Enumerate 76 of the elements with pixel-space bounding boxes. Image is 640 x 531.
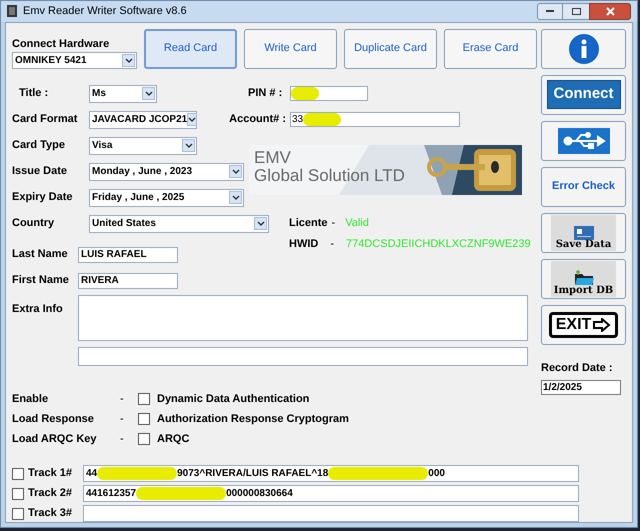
license-label: Licente [289, 216, 328, 232]
info-button[interactable] [541, 28, 626, 68]
record-date-field[interactable]: 1/2/2025 [541, 380, 621, 395]
dropdown[interactable]: Friday , June , 2025 [89, 188, 244, 206]
pin-label: PIN # : [248, 86, 284, 102]
exit-button[interactable]: EXIT [541, 304, 626, 344]
database-icon [574, 226, 594, 240]
field-label: Card Format [12, 112, 78, 128]
maximize-button[interactable] [563, 2, 589, 20]
dropdown[interactable]: Ms [89, 84, 157, 102]
track-field[interactable]: 44 9073^RIVERA/LUIS RAFAEL^18 000 [83, 465, 579, 482]
separator-dash: - [332, 216, 336, 232]
field-label: Title : [18, 86, 50, 102]
folder-icon [572, 270, 594, 286]
option-label: Enable [12, 392, 50, 407]
option-text: ARQC [157, 432, 190, 447]
checkbox[interactable] [138, 413, 150, 425]
license-status: Valid [345, 216, 369, 232]
field-label: Issue Date [12, 164, 68, 180]
account-label: Account# : [228, 112, 286, 128]
input-field[interactable]: RIVERA [78, 272, 178, 288]
separator-dash: - [120, 432, 125, 447]
separator-dash: - [120, 392, 125, 407]
info-icon [568, 32, 600, 64]
separator-dash: - [120, 412, 125, 427]
option-label: Load ARQC Key [12, 432, 98, 447]
input-field[interactable] [78, 346, 528, 366]
close-button[interactable] [589, 2, 631, 20]
arrow-right-icon [593, 318, 612, 332]
record-date-label: Record Date : [541, 360, 614, 376]
toolbar-button[interactable]: Duplicate Card [344, 28, 437, 68]
checkbox[interactable] [138, 433, 150, 445]
track-label: Track 1# [28, 466, 74, 482]
checkbox[interactable] [12, 488, 24, 500]
option-text: Authorization Response Cryptogram [157, 412, 349, 427]
toolbar-button[interactable]: Write Card [244, 28, 337, 68]
field-label: Card Type [12, 138, 66, 154]
hwid-value: 774DCSDJEIICHDKLXCZNF9WE239 [346, 237, 531, 252]
toolbar-button[interactable]: Read Card [144, 28, 237, 68]
pin-field[interactable] [290, 86, 368, 101]
extra-info-label: Extra Info [12, 302, 64, 316]
save-data-button[interactable]: Save Data [541, 212, 626, 252]
app-icon [7, 5, 17, 18]
dropdown[interactable]: OMNIKEY 5421 [12, 52, 137, 69]
dropdown[interactable]: JAVACARD JCOP21 [89, 110, 197, 128]
hwid-label: HWID [289, 237, 318, 252]
usb-icon [558, 128, 610, 154]
banner-text: Global Solution LTD [254, 166, 405, 184]
checkbox[interactable] [138, 393, 150, 405]
import-db-button[interactable]: Import DB [541, 258, 626, 298]
dropdown[interactable]: United States [89, 214, 269, 232]
input-field[interactable]: LUIS RAFAEL [78, 246, 178, 262]
field-label: Country [12, 216, 56, 232]
checkbox[interactable] [12, 508, 24, 520]
track-label: Track 3# [28, 506, 74, 522]
track-field[interactable]: 441612357 000000830664 [83, 485, 579, 502]
connect-button[interactable]: Connect [541, 74, 626, 114]
connect-hardware-label: Connect Hardware [12, 36, 110, 52]
usb-button[interactable] [541, 120, 626, 160]
dropdown[interactable]: Visa [89, 136, 197, 154]
banner-text: EMV [254, 148, 291, 166]
dropdown[interactable]: Monday , June , 2023 [89, 162, 244, 180]
close-icon [606, 6, 614, 16]
account-field[interactable]: 33 [290, 112, 460, 127]
option-label: Load Response [12, 412, 95, 427]
toolbar-button[interactable]: Erase Card [444, 28, 537, 68]
track-field[interactable] [83, 505, 579, 522]
checkbox[interactable] [12, 468, 24, 480]
extra-info-field[interactable] [78, 294, 528, 340]
track-label: Track 2# [28, 486, 74, 502]
field-label: Expiry Date [12, 190, 74, 206]
option-text: Dynamic Data Authentication [157, 392, 310, 407]
separator-dash: - [330, 237, 334, 252]
error-check-button[interactable]: Error Check [541, 166, 626, 206]
window-title: Emv Reader Writer Software v8.6 [23, 4, 187, 19]
minimize-button[interactable] [537, 2, 563, 20]
